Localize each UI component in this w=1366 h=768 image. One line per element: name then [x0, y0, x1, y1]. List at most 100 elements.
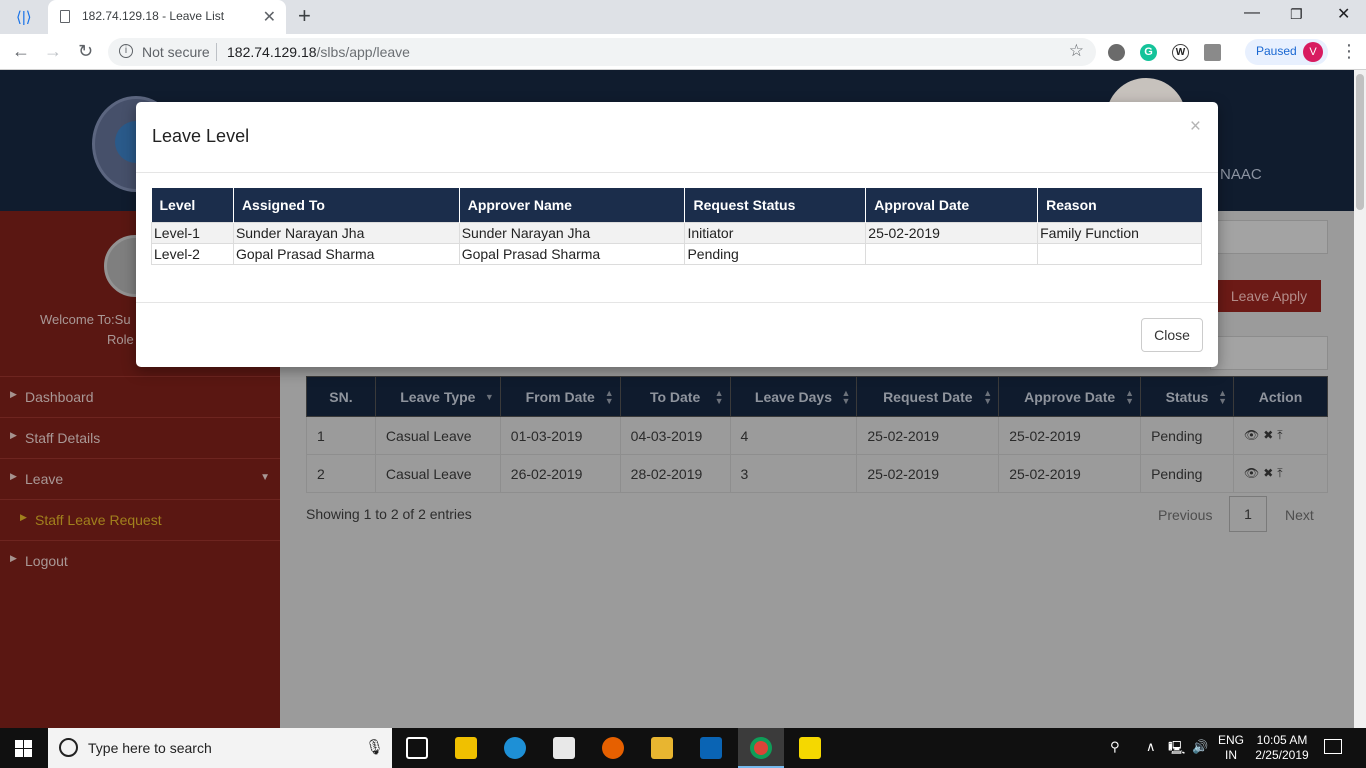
mail-icon[interactable] [553, 737, 575, 759]
col-leave-days[interactable]: Leave Days ▲ ▼ [729, 376, 858, 417]
windows-taskbar: Type here to search 🎙 ⚲ ∧ 🖳 🔊 ENG IN 10:… [0, 728, 1366, 768]
caret-right-icon: ▶ [10, 471, 17, 481]
browser-tab[interactable]: 182.74.129.18 - Leave List ✕ [48, 0, 286, 34]
profile-avatar: V [1303, 42, 1323, 62]
browser-tab-bar: ⟨|⟩ 182.74.129.18 - Leave List ✕ + — ❐ ✕ [0, 0, 1366, 34]
cell-request-status: Initiator [684, 221, 867, 244]
windows-start-icon[interactable] [15, 740, 32, 757]
profile-button[interactable]: Paused V [1245, 39, 1328, 65]
col-sn[interactable]: SN. [306, 376, 376, 417]
url-host: 182.74.129.18 [227, 44, 317, 60]
forward-icon[interactable]: → [44, 41, 62, 62]
microphone-icon[interactable]: 🎙 [365, 738, 384, 756]
level-arrow-icon[interactable]: ⤒ [1277, 428, 1286, 442]
col-from-date[interactable]: From Date ▲ ▼ [499, 376, 621, 417]
clock-date: 2/25/2019 [1255, 748, 1309, 762]
file-explorer-icon[interactable] [651, 737, 673, 759]
pagination-previous[interactable]: Previous [1158, 507, 1212, 523]
restore-icon[interactable]: ❐ [1290, 6, 1303, 23]
scrollbar-thumb[interactable] [1356, 74, 1364, 210]
leave-apply-button[interactable]: Leave Apply [1217, 280, 1321, 312]
browser-menu-icon[interactable]: ⋮ [1340, 41, 1358, 62]
sidebar-item-label: Leave [25, 471, 64, 487]
taskbar-clock[interactable]: 10:05 AM 2/25/2019 [1252, 733, 1312, 763]
cortana-icon [59, 738, 78, 757]
table-header-row: SN. Leave Type ▼ From Date ▲ ▼ To Date ▲ ▼ Le… [306, 376, 1328, 417]
sidebar-item-label: Staff Details [25, 430, 101, 446]
outlook-icon[interactable] [700, 737, 722, 759]
task-view-icon[interactable] [406, 737, 428, 759]
chrome-taskbar-button[interactable] [738, 728, 784, 768]
window-close-icon[interactable]: ✕ [1337, 4, 1350, 24]
back-icon[interactable]: ← [12, 41, 30, 62]
sort-icon: ▲ ▼ [604, 388, 614, 406]
sidebar-item-staff-leave-request[interactable]: ▶ Staff Leave Request [0, 499, 280, 540]
view-eye-icon[interactable]: 👁 [1244, 428, 1263, 442]
col-approve-date[interactable]: Approve Date ▲ ▼ [998, 376, 1142, 417]
new-tab-button[interactable]: + [298, 3, 311, 29]
level-arrow-icon[interactable]: ⤒ [1277, 466, 1286, 480]
sidebar-item-dashboard[interactable]: ▶ Dashboard [0, 376, 280, 417]
language-indicator[interactable]: ENG IN [1218, 733, 1244, 763]
divider [136, 302, 1218, 303]
extension-w-icon[interactable]: W [1172, 44, 1189, 61]
info-icon[interactable]: i [119, 44, 133, 58]
page-scrollbar[interactable] [1354, 70, 1366, 728]
cell-actions: 👁✖⤒ [1233, 454, 1328, 493]
grammarly-icon[interactable]: G [1140, 44, 1157, 61]
taskbar-search-input[interactable]: Type here to search 🎙 [48, 728, 392, 768]
cell-leave-type: Casual Leave [374, 454, 501, 493]
role-text: Role [107, 332, 134, 347]
bookmark-star-icon[interactable]: ☆ [1069, 41, 1084, 61]
people-icon[interactable]: ⚲ [1110, 739, 1120, 755]
sticky-notes-icon[interactable] [799, 737, 821, 759]
cell-request-date: 25-02-2019 [856, 454, 1000, 493]
table-row: Level-2 Gopal Prasad Sharma Gopal Prasad… [151, 242, 1202, 265]
search-panel [1210, 220, 1328, 254]
extension-image-icon[interactable] [1204, 44, 1221, 61]
col-request-date[interactable]: Request Date ▲ ▼ [856, 376, 1000, 417]
tab-close-icon[interactable]: ✕ [263, 7, 276, 27]
cancel-x-icon[interactable]: ✖ [1263, 428, 1277, 442]
cell-approval-date: 25-02-2019 [865, 221, 1039, 244]
pagination-page-1[interactable]: 1 [1229, 496, 1267, 532]
notifications-icon[interactable] [1324, 739, 1342, 754]
volume-icon[interactable]: 🔊 [1192, 739, 1208, 755]
chrome-icon [750, 737, 772, 759]
minimize-icon[interactable]: — [1244, 4, 1260, 22]
cancel-x-icon[interactable]: ✖ [1263, 466, 1277, 480]
cell-request-date: 25-02-2019 [856, 416, 1000, 455]
naac-text: NAAC [1220, 166, 1262, 183]
modal-close-icon[interactable]: × [1190, 116, 1201, 138]
address-bar[interactable]: i Not secure 182.74.129.18/slbs/app/leav… [108, 38, 1096, 66]
cell-from-date: 26-02-2019 [499, 454, 621, 493]
edge-icon[interactable] [504, 737, 526, 759]
sidebar-item-logout[interactable]: ▶ Logout [0, 540, 280, 581]
col-to-date[interactable]: To Date ▲ ▼ [619, 376, 731, 417]
url-path: /slbs/app/leave [316, 44, 410, 60]
caret-right-icon: ▶ [20, 512, 27, 522]
caret-right-icon: ▶ [10, 553, 17, 563]
filter-input[interactable] [1210, 336, 1328, 370]
col-assigned-to: Assigned To [233, 188, 460, 222]
pagination-next[interactable]: Next [1285, 507, 1314, 523]
store-icon[interactable] [455, 737, 477, 759]
cell-reason: Family Function [1037, 221, 1202, 244]
close-button[interactable]: Close [1141, 318, 1203, 352]
col-reason: Reason [1037, 188, 1202, 222]
language-code: ENG [1218, 733, 1245, 747]
search-placeholder: Type here to search [88, 740, 212, 756]
sidebar-item-staff-details[interactable]: ▶ Staff Details [0, 417, 280, 458]
col-status[interactable]: Status ▲ ▼ [1140, 376, 1234, 417]
firefox-icon[interactable] [602, 737, 624, 759]
extension-gear-icon[interactable] [1108, 44, 1125, 61]
network-icon[interactable]: 🖳 [1168, 739, 1185, 761]
table-row: 1 Casual Leave 01-03-2019 04-03-2019 4 2… [306, 416, 1328, 455]
col-leave-type[interactable]: Leave Type ▼ [374, 376, 501, 417]
reload-icon[interactable]: ↻ [78, 41, 93, 62]
cell-assigned-to: Gopal Prasad Sharma [232, 242, 460, 265]
tray-chevron-up-icon[interactable]: ∧ [1146, 739, 1156, 755]
app-switcher-icon[interactable]: ⟨|⟩ [16, 8, 32, 26]
view-eye-icon[interactable]: 👁 [1244, 466, 1263, 480]
sidebar-item-leave[interactable]: ▶ Leave ▼ [0, 458, 280, 499]
